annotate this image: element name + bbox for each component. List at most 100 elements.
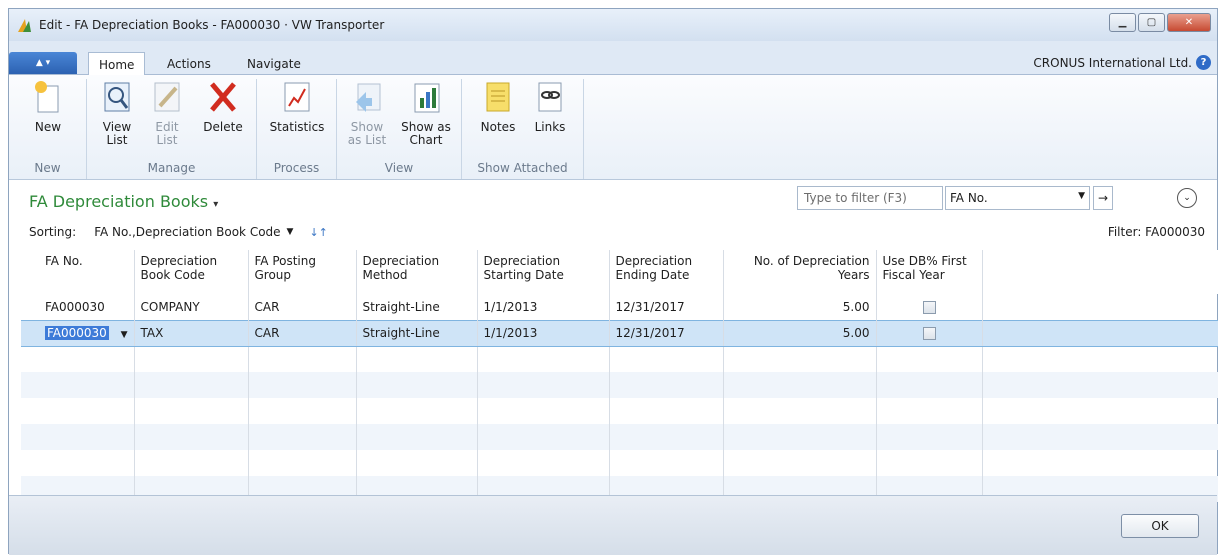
dropdown-arrow-icon[interactable]: ▼ — [121, 330, 128, 340]
group-show-attached: Notes Links Show Attached — [462, 79, 584, 179]
col-header-use-db-first-fiscal-year[interactable]: Use DB% First Fiscal Year — [876, 250, 983, 294]
tab-home[interactable]: Home — [88, 52, 146, 76]
view-list-icon — [100, 79, 134, 115]
cell-posting-group[interactable]: CAR — [248, 294, 357, 320]
page-content: FA Depreciation Books ▾ Type to filter (… — [9, 180, 1218, 502]
new-button[interactable]: New — [29, 79, 67, 134]
minimize-icon[interactable]: ▁ — [1109, 13, 1136, 32]
cell-fa-no-value[interactable]: FA000030 — [45, 326, 109, 340]
col-header-fa-no[interactable]: FA No. — [21, 250, 135, 294]
cell-method[interactable]: Straight-Line — [356, 319, 478, 347]
cell-starting-date[interactable]: 1/1/2013 — [477, 294, 610, 320]
table-header: FA No. Depreciation Book Code FA Posting… — [21, 250, 1218, 294]
cell-ending-date[interactable]: 12/31/2017 — [609, 294, 724, 320]
maximize-icon[interactable]: ▢ — [1138, 13, 1165, 32]
col-header-empty — [982, 250, 1218, 294]
empty-row — [21, 398, 1218, 424]
close-icon[interactable]: ✕ — [1167, 13, 1211, 32]
app-logo-icon — [18, 19, 31, 32]
page-title[interactable]: FA Depreciation Books ▾ — [29, 192, 218, 211]
sorting-value[interactable]: FA No.,Depreciation Book Code — [94, 225, 280, 239]
sorting-dropdown-icon[interactable]: ▼ — [287, 227, 294, 237]
cell-use-db[interactable] — [876, 294, 983, 320]
group-new: New New — [9, 79, 87, 179]
cell-fa-no[interactable]: FA000030 — [21, 294, 135, 320]
view-list-button[interactable]: View List — [97, 79, 137, 147]
col-header-fa-posting-group[interactable]: FA Posting Group — [248, 250, 357, 294]
cell-posting-group[interactable]: CAR — [248, 319, 357, 347]
tab-actions[interactable]: Actions — [157, 52, 221, 75]
col-header-depreciation-ending-date[interactable]: Depreciation Ending Date — [609, 250, 724, 294]
cell-empty — [982, 294, 1218, 320]
empty-row — [21, 346, 1218, 372]
sort-direction-icon[interactable]: ↓↑ — [309, 226, 327, 239]
edit-list-icon — [150, 79, 184, 115]
chevron-down-icon: ▾ — [213, 199, 219, 210]
col-header-no-of-depreciation-years[interactable]: No. of Depreciation Years — [723, 250, 877, 294]
cell-book-code[interactable]: TAX — [134, 319, 249, 347]
cell-book-code[interactable]: COMPANY — [134, 294, 249, 320]
ok-button[interactable]: OK — [1121, 514, 1199, 538]
col-header-depreciation-method[interactable]: Depreciation Method — [356, 250, 478, 294]
group-manage-label: Manage — [147, 161, 196, 175]
group-process-label: Process — [273, 161, 320, 175]
show-as-chart-label: Show as Chart — [401, 120, 451, 147]
filter-field-select[interactable]: FA No. ▼ — [945, 186, 1090, 210]
statistics-label: Statistics — [269, 120, 325, 134]
window: Edit - FA Depreciation Books - FA000030 … — [8, 8, 1218, 555]
notes-icon — [481, 79, 515, 115]
statistics-button[interactable]: Statistics — [265, 79, 329, 134]
cell-years[interactable]: 5.00 — [723, 319, 877, 347]
new-label: New — [34, 120, 62, 134]
help-icon[interactable]: ? — [1196, 55, 1211, 70]
table-row[interactable]: FA000030 COMPANY CAR Straight-Line 1/1/2… — [21, 294, 1218, 320]
delete-icon — [206, 79, 240, 115]
notes-button[interactable]: Notes — [476, 79, 520, 134]
show-as-list-label: Show as List — [347, 120, 387, 147]
company-name: CRONUS International Ltd.? — [1033, 55, 1211, 70]
group-show-attached-label: Show Attached — [477, 161, 568, 175]
col-header-depreciation-starting-date[interactable]: Depreciation Starting Date — [477, 250, 610, 294]
delete-label: Delete — [203, 120, 243, 134]
view-list-label: View List — [102, 120, 132, 147]
cell-years[interactable]: 5.00 — [723, 294, 877, 320]
links-label: Links — [534, 120, 566, 134]
sorting-bar: Sorting: FA No.,Depreciation Book Code ▼… — [29, 225, 328, 239]
group-process: Statistics Process — [257, 79, 337, 179]
col-header-depreciation-book-code[interactable]: Depreciation Book Code — [134, 250, 249, 294]
edit-list-button[interactable]: Edit List — [147, 79, 187, 147]
apply-filter-arrow-icon[interactable]: → — [1093, 186, 1113, 210]
application-menu-button[interactable]: ▲ ▾ — [9, 52, 77, 74]
cell-ending-date[interactable]: 12/31/2017 — [609, 319, 724, 347]
edit-list-label: Edit List — [155, 120, 179, 147]
statistics-icon — [280, 79, 314, 115]
checkbox[interactable] — [922, 300, 936, 314]
cell-method[interactable]: Straight-Line — [356, 294, 478, 320]
new-icon — [31, 79, 65, 115]
tab-navigate[interactable]: Navigate — [237, 52, 311, 75]
filter-input[interactable]: Type to filter (F3) — [797, 186, 943, 210]
group-manage: View List Edit List Delete Manage — [87, 79, 257, 179]
cell-fa-no[interactable]: FA000030 ▼ — [21, 319, 135, 347]
company-label: CRONUS International Ltd. — [1033, 55, 1192, 70]
expand-collapse-icon[interactable]: ⌄ — [1177, 188, 1197, 208]
empty-row — [21, 424, 1218, 450]
group-new-label: New — [34, 161, 61, 175]
window-title: Edit - FA Depreciation Books - FA000030 … — [39, 18, 385, 32]
notes-label: Notes — [480, 120, 516, 134]
cell-use-db[interactable] — [876, 319, 983, 347]
show-as-list-button[interactable]: Show as List — [345, 79, 389, 147]
checkbox[interactable] — [922, 327, 936, 340]
links-button[interactable]: Links — [528, 79, 572, 134]
title-bar: Edit - FA Depreciation Books - FA000030 … — [9, 9, 1217, 41]
empty-row — [21, 450, 1218, 476]
table-row-selected[interactable]: FA000030 ▼ TAX CAR Straight-Line 1/1/201… — [21, 319, 1218, 347]
dropdown-arrow-icon: ▼ — [1078, 191, 1085, 201]
show-as-chart-button[interactable]: Show as Chart — [397, 79, 455, 147]
group-view-label: View — [384, 161, 414, 175]
group-view: Show as List Show as Chart View — [337, 79, 462, 179]
delete-button[interactable]: Delete — [199, 79, 247, 134]
cell-empty — [982, 319, 1218, 347]
show-as-list-icon — [350, 79, 384, 115]
cell-starting-date[interactable]: 1/1/2013 — [477, 319, 610, 347]
